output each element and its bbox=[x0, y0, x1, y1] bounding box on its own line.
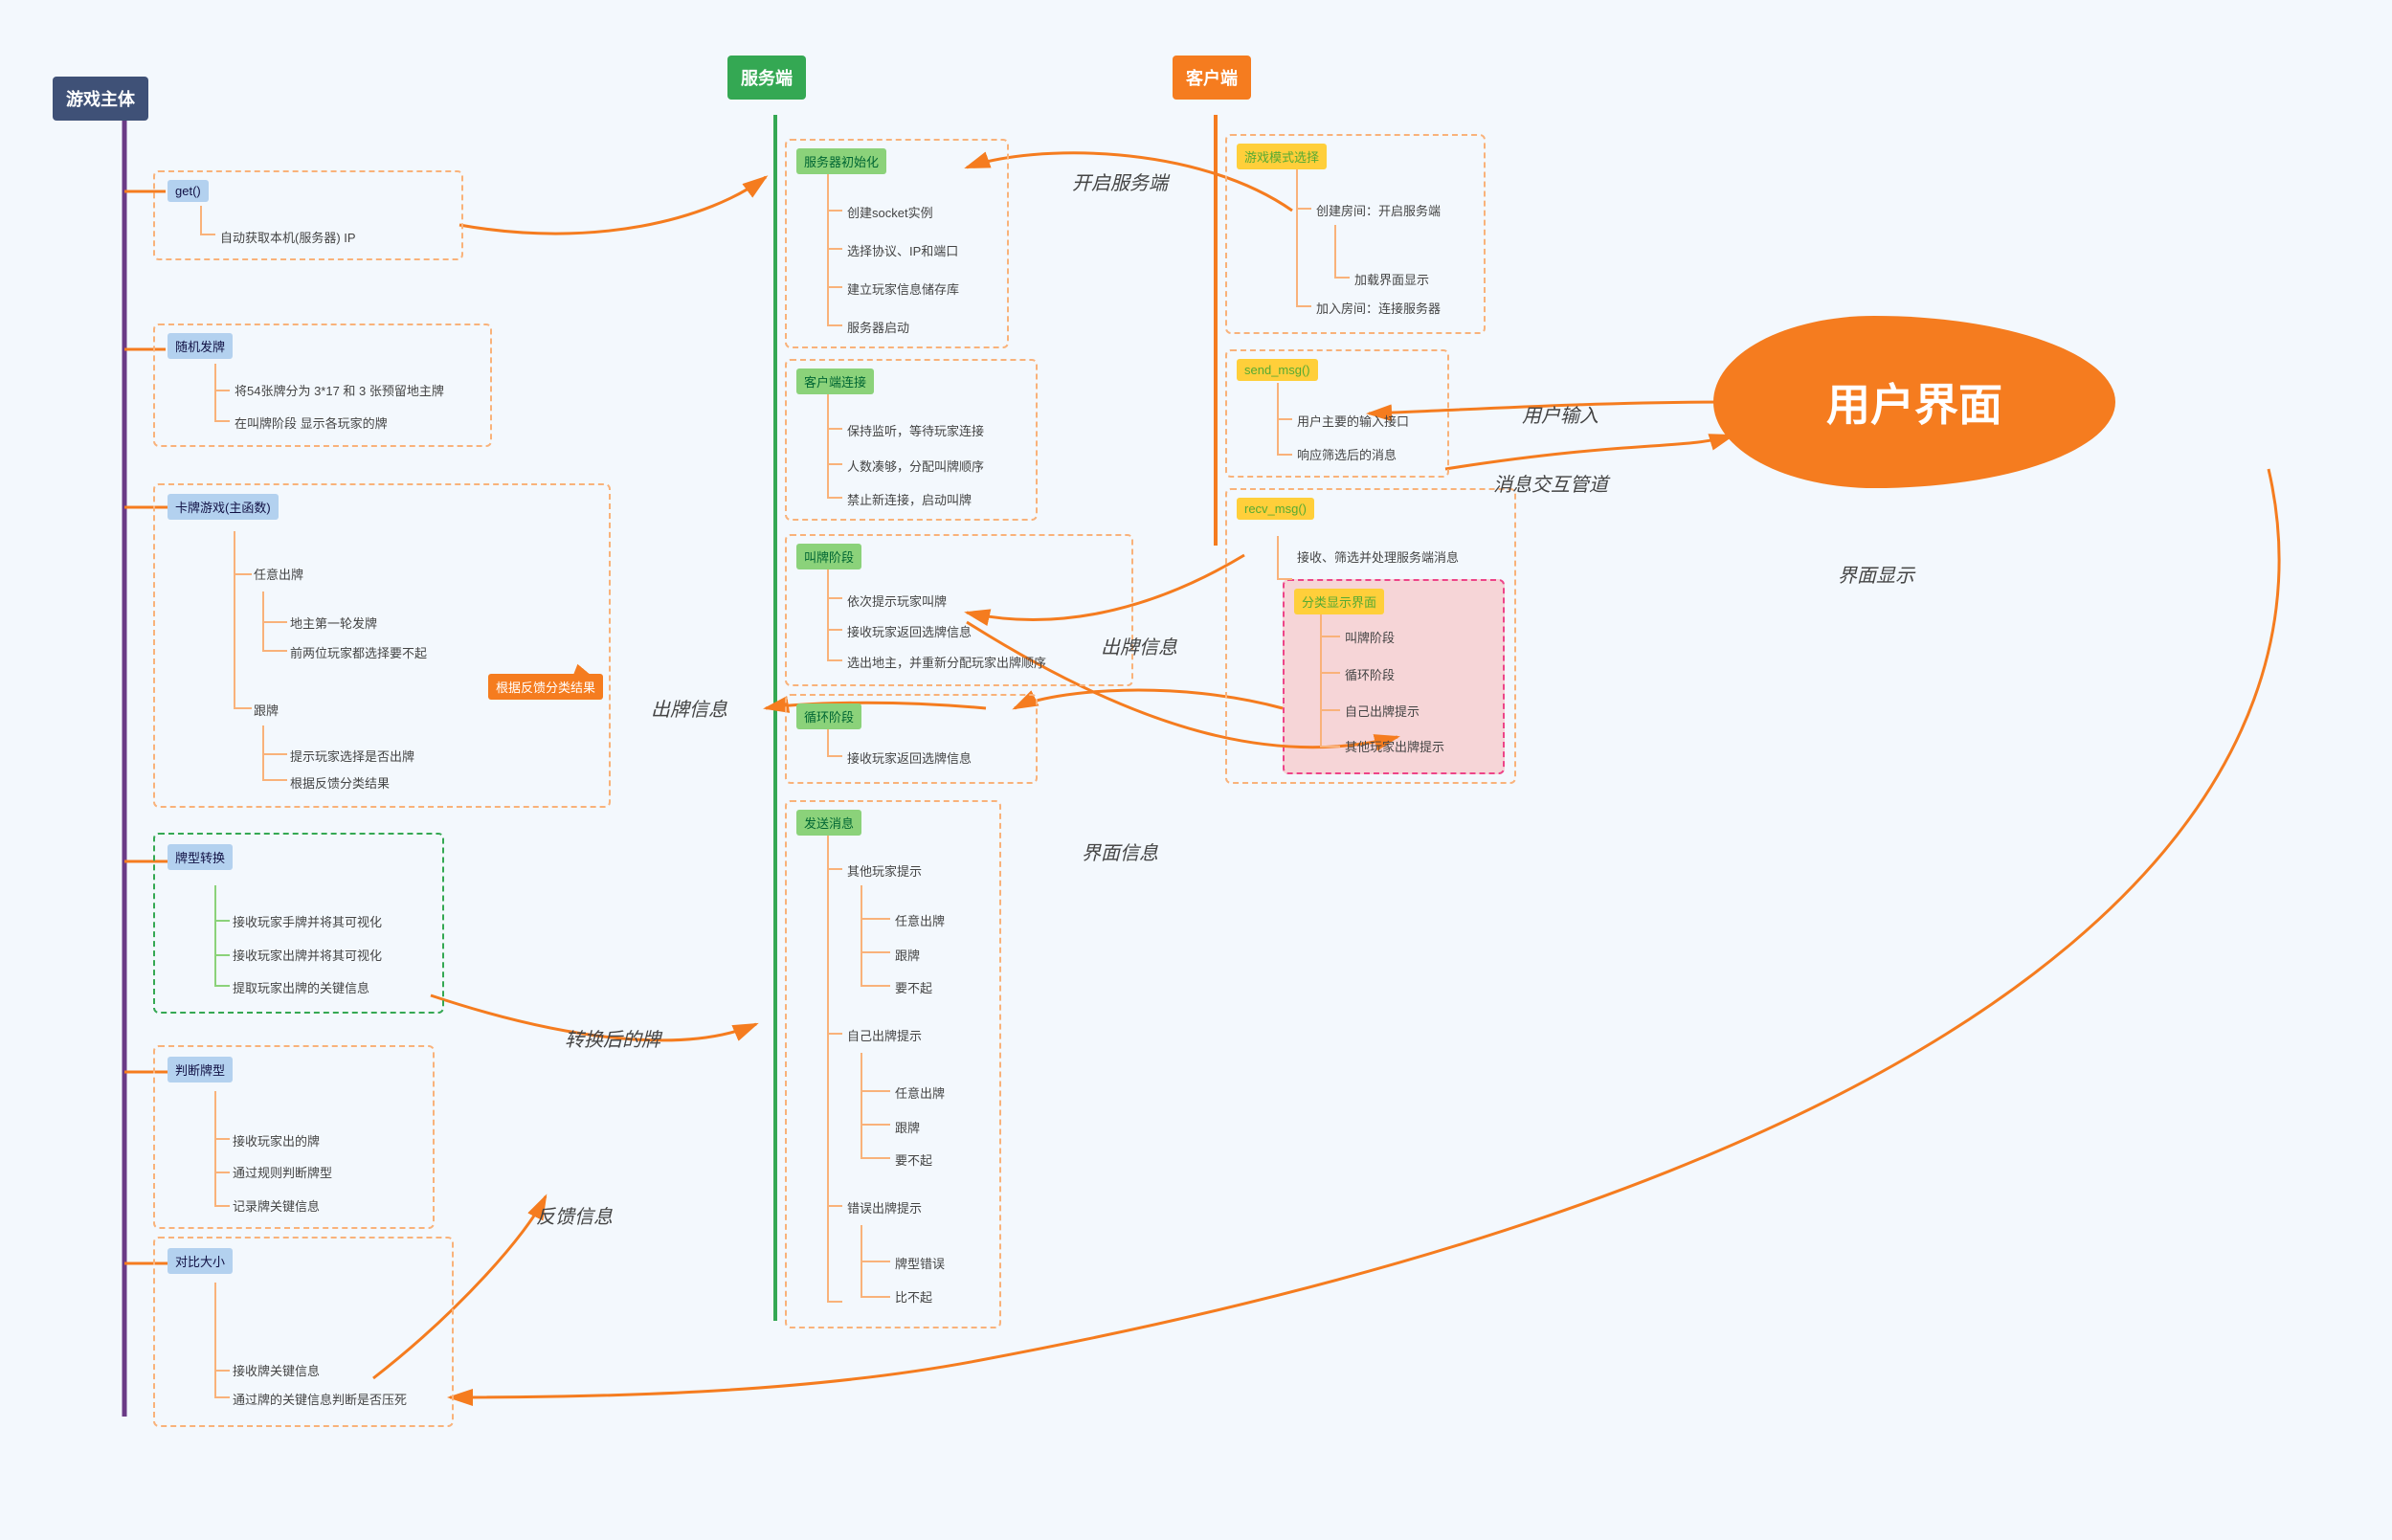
leaf: 记录牌关键信息 bbox=[233, 1196, 320, 1215]
elabel-input: 用户输入 bbox=[1522, 400, 1598, 428]
root-game: 游戏主体 bbox=[53, 77, 148, 121]
leaf: 自己出牌提示 bbox=[847, 1026, 922, 1044]
leaf: 跟牌 bbox=[895, 1118, 920, 1136]
leaf: 通过牌的关键信息判断是否压死 bbox=[233, 1390, 407, 1408]
leaf: 跟牌 bbox=[895, 946, 920, 964]
tag-srv-conn: 客户端连接 bbox=[796, 368, 874, 394]
leaf: 牌型错误 bbox=[895, 1254, 945, 1272]
leaf: 自己出牌提示 bbox=[1345, 702, 1420, 720]
tag-get: get() bbox=[168, 180, 209, 202]
leaf: 任意出牌 bbox=[895, 1083, 945, 1102]
tag-srv-init: 服务器初始化 bbox=[796, 148, 886, 174]
leaf: 根据反馈分类结果 bbox=[290, 773, 390, 792]
root-server: 服务端 bbox=[727, 56, 806, 100]
leaf: 选择协议、IP和端口 bbox=[847, 241, 958, 259]
leaf: 在叫牌阶段 显示各玩家的牌 bbox=[235, 413, 388, 432]
tag-conv: 牌型转换 bbox=[168, 844, 233, 870]
leaf: 前两位玩家都选择要不起 bbox=[290, 643, 427, 661]
elabel-uiinfo: 界面信息 bbox=[1082, 837, 1158, 865]
leaf: 响应筛选后的消息 bbox=[1297, 445, 1397, 463]
user-interface-bubble: 用户界面 bbox=[1713, 316, 2115, 488]
tag-deal: 随机发牌 bbox=[168, 333, 233, 359]
leaf: 接收牌关键信息 bbox=[233, 1361, 320, 1379]
tag-cli-panel: 分类显示界面 bbox=[1294, 589, 1384, 614]
leaf: 保持监听，等待玩家连接 bbox=[847, 421, 984, 439]
elabel-conv: 转换后的牌 bbox=[565, 1024, 660, 1052]
root-client: 客户端 bbox=[1173, 56, 1251, 100]
tag-compare: 对比大小 bbox=[168, 1248, 233, 1274]
leaf: 跟牌 bbox=[254, 701, 279, 719]
elabel-channel: 消息交互管道 bbox=[1493, 469, 1608, 497]
elabel-out1: 出牌信息 bbox=[1101, 632, 1177, 659]
leaf: 选出地主，并重新分配玩家出牌顺序 bbox=[847, 653, 1046, 671]
leaf: 其他玩家提示 bbox=[847, 861, 922, 880]
leaf: 依次提示玩家叫牌 bbox=[847, 591, 947, 610]
elabel-fb: 反馈信息 bbox=[536, 1201, 613, 1229]
leaf: 提取玩家出牌的关键信息 bbox=[233, 978, 369, 996]
tag-cli-recv: recv_msg() bbox=[1237, 498, 1314, 520]
elabel-out2: 出牌信息 bbox=[651, 694, 727, 722]
ui-label: 用户界面 bbox=[1826, 370, 2002, 434]
leaf: 接收玩家手牌并将其可视化 bbox=[233, 912, 382, 930]
leaf: 提示玩家选择是否出牌 bbox=[290, 747, 414, 765]
tag-srv-bid: 叫牌阶段 bbox=[796, 544, 861, 569]
leaf: 接收玩家出牌并将其可视化 bbox=[233, 946, 382, 964]
leaf: 错误出牌提示 bbox=[847, 1198, 922, 1216]
leaf: 创建房间：开启服务端 bbox=[1316, 201, 1441, 219]
leaf: 加入房间：连接服务器 bbox=[1316, 299, 1441, 317]
leaf: 建立玩家信息储存库 bbox=[847, 279, 959, 298]
leaf: 禁止新连接，启动叫牌 bbox=[847, 490, 972, 508]
leaf: 自动获取本机(服务器) IP bbox=[220, 228, 356, 246]
tag-main: 卡牌游戏(主函数) bbox=[168, 494, 279, 520]
tag-srv-send: 发送消息 bbox=[796, 810, 861, 836]
leaf: 比不起 bbox=[895, 1287, 932, 1306]
tag-classify: 根据反馈分类结果 bbox=[488, 674, 603, 700]
tag-srv-loop: 循环阶段 bbox=[796, 703, 861, 729]
leaf: 加载界面显示 bbox=[1354, 270, 1429, 288]
leaf: 接收玩家返回选牌信息 bbox=[847, 748, 972, 767]
leaf: 任意出牌 bbox=[895, 911, 945, 929]
elabel-display: 界面显示 bbox=[1838, 560, 1914, 588]
tag-judge: 判断牌型 bbox=[168, 1057, 233, 1082]
leaf: 人数凑够，分配叫牌顺序 bbox=[847, 457, 984, 475]
leaf: 叫牌阶段 bbox=[1345, 628, 1395, 646]
leaf: 要不起 bbox=[895, 1150, 932, 1169]
leaf: 接收、筛选并处理服务端消息 bbox=[1297, 547, 1459, 566]
leaf: 将54张牌分为 3*17 和 3 张预留地主牌 bbox=[235, 381, 444, 399]
leaf: 创建socket实例 bbox=[847, 203, 933, 221]
leaf: 地主第一轮发牌 bbox=[290, 614, 377, 632]
leaf: 接收玩家返回选牌信息 bbox=[847, 622, 972, 640]
tag-cli-send: send_msg() bbox=[1237, 359, 1318, 381]
leaf: 任意出牌 bbox=[254, 565, 303, 583]
elabel-open: 开启服务端 bbox=[1072, 167, 1168, 195]
leaf: 用户主要的输入接口 bbox=[1297, 412, 1409, 430]
leaf: 通过规则判断牌型 bbox=[233, 1163, 332, 1181]
leaf: 循环阶段 bbox=[1345, 665, 1395, 683]
leaf: 接收玩家出的牌 bbox=[233, 1131, 320, 1149]
leaf: 要不起 bbox=[895, 978, 932, 996]
leaf: 其他玩家出牌提示 bbox=[1345, 737, 1444, 755]
leaf: 服务器启动 bbox=[847, 318, 909, 336]
tag-cli-mode: 游戏模式选择 bbox=[1237, 144, 1327, 169]
